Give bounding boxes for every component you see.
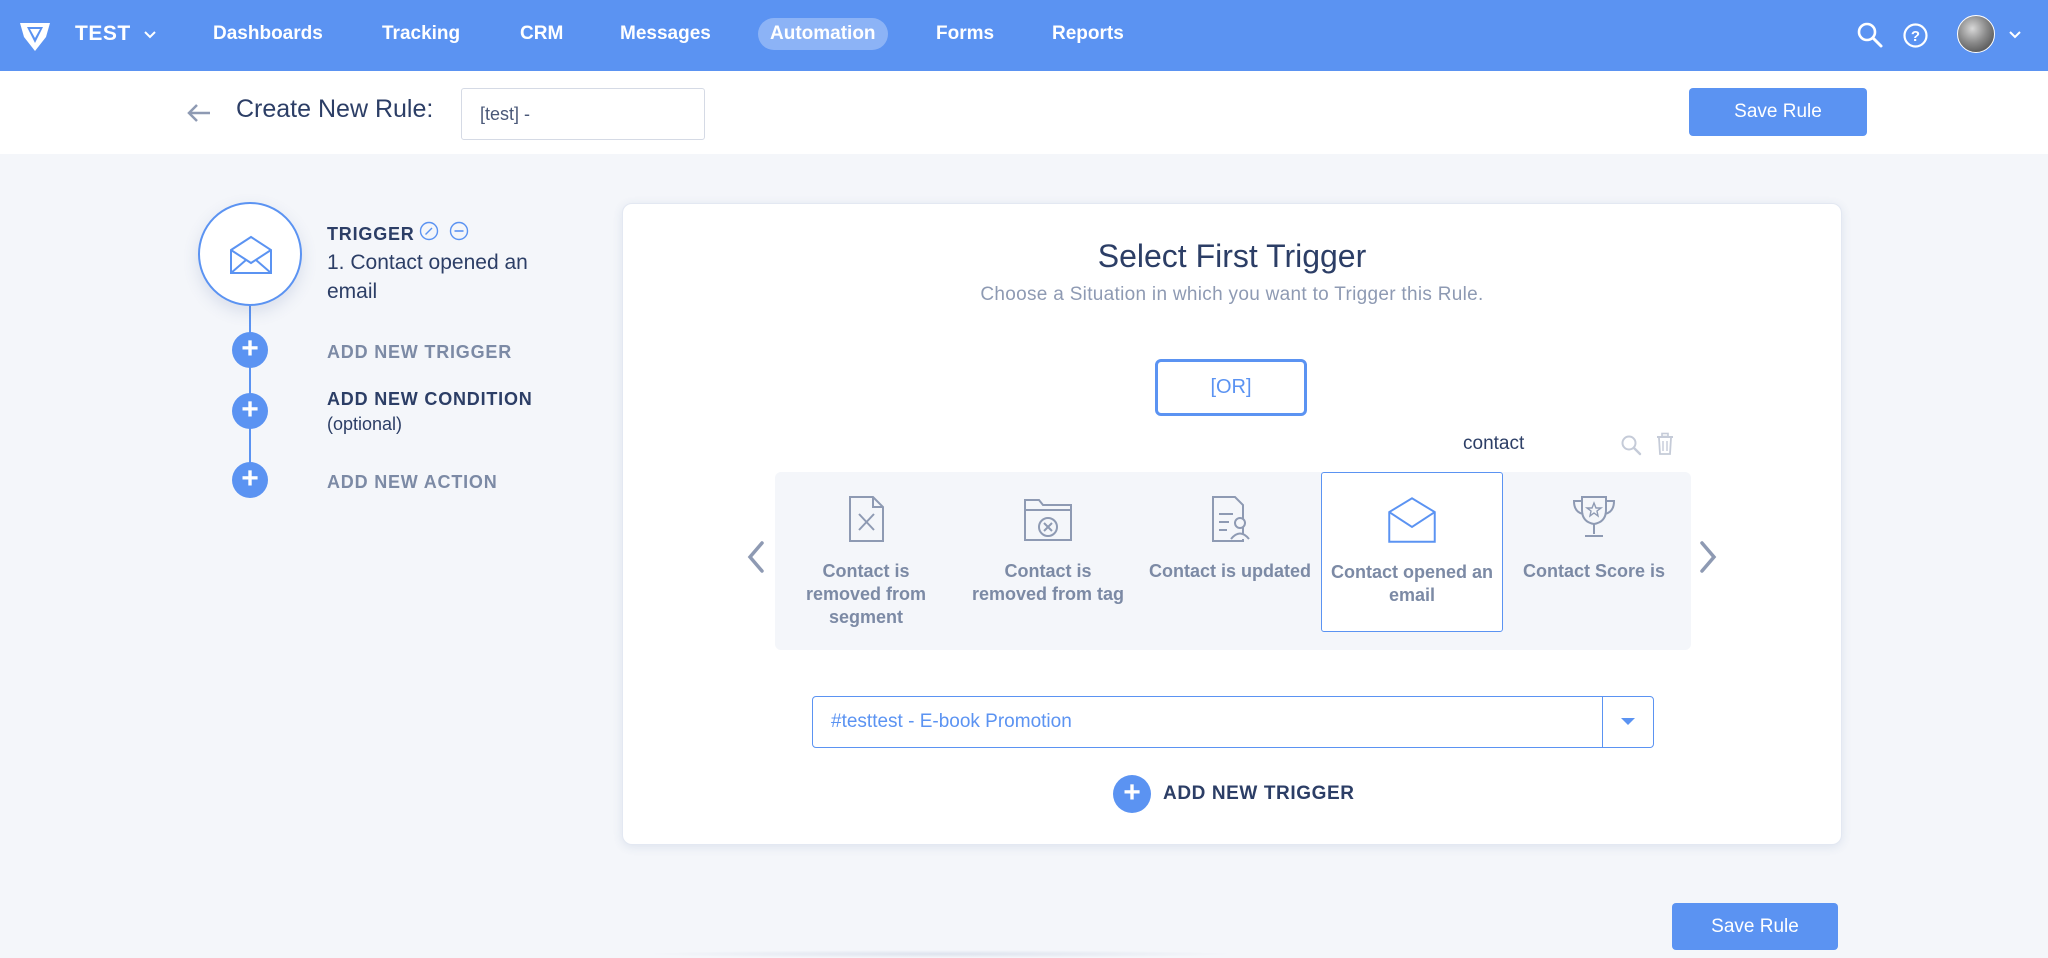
nav-messages[interactable]: Messages <box>608 18 723 50</box>
select-divider <box>1601 697 1603 747</box>
email-select-value: #testtest - E-book Promotion <box>831 711 1072 732</box>
page-title: Create New Rule: <box>236 95 434 123</box>
trigger-carousel: Contact is removed from segment Contact … <box>775 472 1691 650</box>
add-condition-step-label[interactable]: ADD NEW CONDITION <box>327 389 533 410</box>
folder-x-icon <box>1024 499 1072 541</box>
trigger-tile-label: Contact is removed from tag <box>971 561 1125 604</box>
bottom-shadow <box>640 950 1240 958</box>
trigger-tile-label: Contact opened an email <box>1330 562 1493 605</box>
add-action-step-label[interactable]: ADD NEW ACTION <box>327 472 498 493</box>
envelope-open-icon <box>1388 497 1436 543</box>
nav-forms[interactable]: Forms <box>924 18 1006 50</box>
add-action-plus-button[interactable]: + <box>232 462 268 498</box>
trigger-selection-card: Select First Trigger Choose a Situation … <box>622 203 1842 845</box>
svg-text:?: ? <box>1911 28 1920 45</box>
chevron-right-icon[interactable] <box>1697 539 1719 575</box>
caret-down-icon[interactable] <box>1621 718 1635 725</box>
trigger-tile[interactable]: Contact is removed from segment <box>775 472 957 632</box>
trigger-tile-label: Contact is updated <box>1148 561 1311 581</box>
edit-icon[interactable] <box>419 221 439 241</box>
save-rule-button-bottom[interactable]: Save Rule <box>1672 903 1838 950</box>
add-trigger-plus-button[interactable]: + <box>232 332 268 368</box>
card-title: Select First Trigger <box>1097 238 1367 274</box>
search-icon[interactable] <box>1620 434 1642 456</box>
arrow-left-icon[interactable] <box>186 101 212 125</box>
add-condition-plus-button[interactable]: + <box>232 393 268 429</box>
trigger-step-circle[interactable] <box>198 202 302 306</box>
or-button[interactable]: [OR] <box>1155 359 1307 416</box>
envelope-open-icon <box>230 235 272 274</box>
rule-header: Create New Rule: Save Rule <box>0 71 2048 154</box>
help-icon[interactable]: ? <box>1902 22 1929 49</box>
chevron-left-icon[interactable] <box>745 539 767 575</box>
trigger-title: TRIGGER <box>327 224 415 244</box>
trigger-filter-text[interactable]: contact <box>1463 433 1524 455</box>
plus-icon[interactable]: + <box>1113 775 1151 813</box>
card-subtitle: Choose a Situation in which you want to … <box>980 284 1484 305</box>
trigger-tile[interactable]: Contact Score is <box>1503 472 1685 632</box>
trigger-tile-label: Contact is removed from segment <box>805 561 927 627</box>
nav-dashboards[interactable]: Dashboards <box>201 18 335 50</box>
chevron-down-icon[interactable] <box>143 30 157 40</box>
trash-icon[interactable] <box>1655 432 1675 456</box>
remove-icon[interactable] <box>449 221 469 241</box>
nav-automation[interactable]: Automation <box>758 18 888 50</box>
contact-doc-icon <box>1212 496 1250 542</box>
trigger-tile-label: Contact Score is <box>1522 561 1666 581</box>
rule-name-input[interactable] <box>461 88 705 140</box>
workspace-name[interactable]: TEST <box>75 22 131 46</box>
search-icon[interactable] <box>1856 21 1884 49</box>
add-condition-optional: (optional) <box>327 414 403 434</box>
email-select[interactable]: #testtest - E-book Promotion <box>812 696 1654 748</box>
trigger-tile-selected[interactable]: Contact opened an email <box>1321 472 1503 632</box>
file-x-icon <box>849 496 884 542</box>
trigger-tile[interactable]: Contact is updated <box>1139 472 1321 632</box>
add-trigger-step-label[interactable]: ADD NEW TRIGGER <box>327 342 512 363</box>
chevron-down-icon[interactable] <box>2008 30 2022 40</box>
trigger-description: 1. Contact opened an email <box>327 251 528 303</box>
add-new-trigger-label[interactable]: ADD NEW TRIGGER <box>1163 783 1355 805</box>
save-rule-button[interactable]: Save Rule <box>1689 88 1867 136</box>
logo-icon[interactable] <box>16 17 54 55</box>
nav-tracking[interactable]: Tracking <box>370 18 472 50</box>
avatar[interactable] <box>1957 15 1995 53</box>
trigger-tile[interactable]: Contact is removed from tag <box>957 472 1139 632</box>
nav-reports[interactable]: Reports <box>1040 18 1136 50</box>
top-navbar: TEST Dashboards Tracking CRM Messages Au… <box>0 0 2048 71</box>
nav-crm[interactable]: CRM <box>508 18 575 50</box>
trophy-icon <box>1572 496 1616 537</box>
